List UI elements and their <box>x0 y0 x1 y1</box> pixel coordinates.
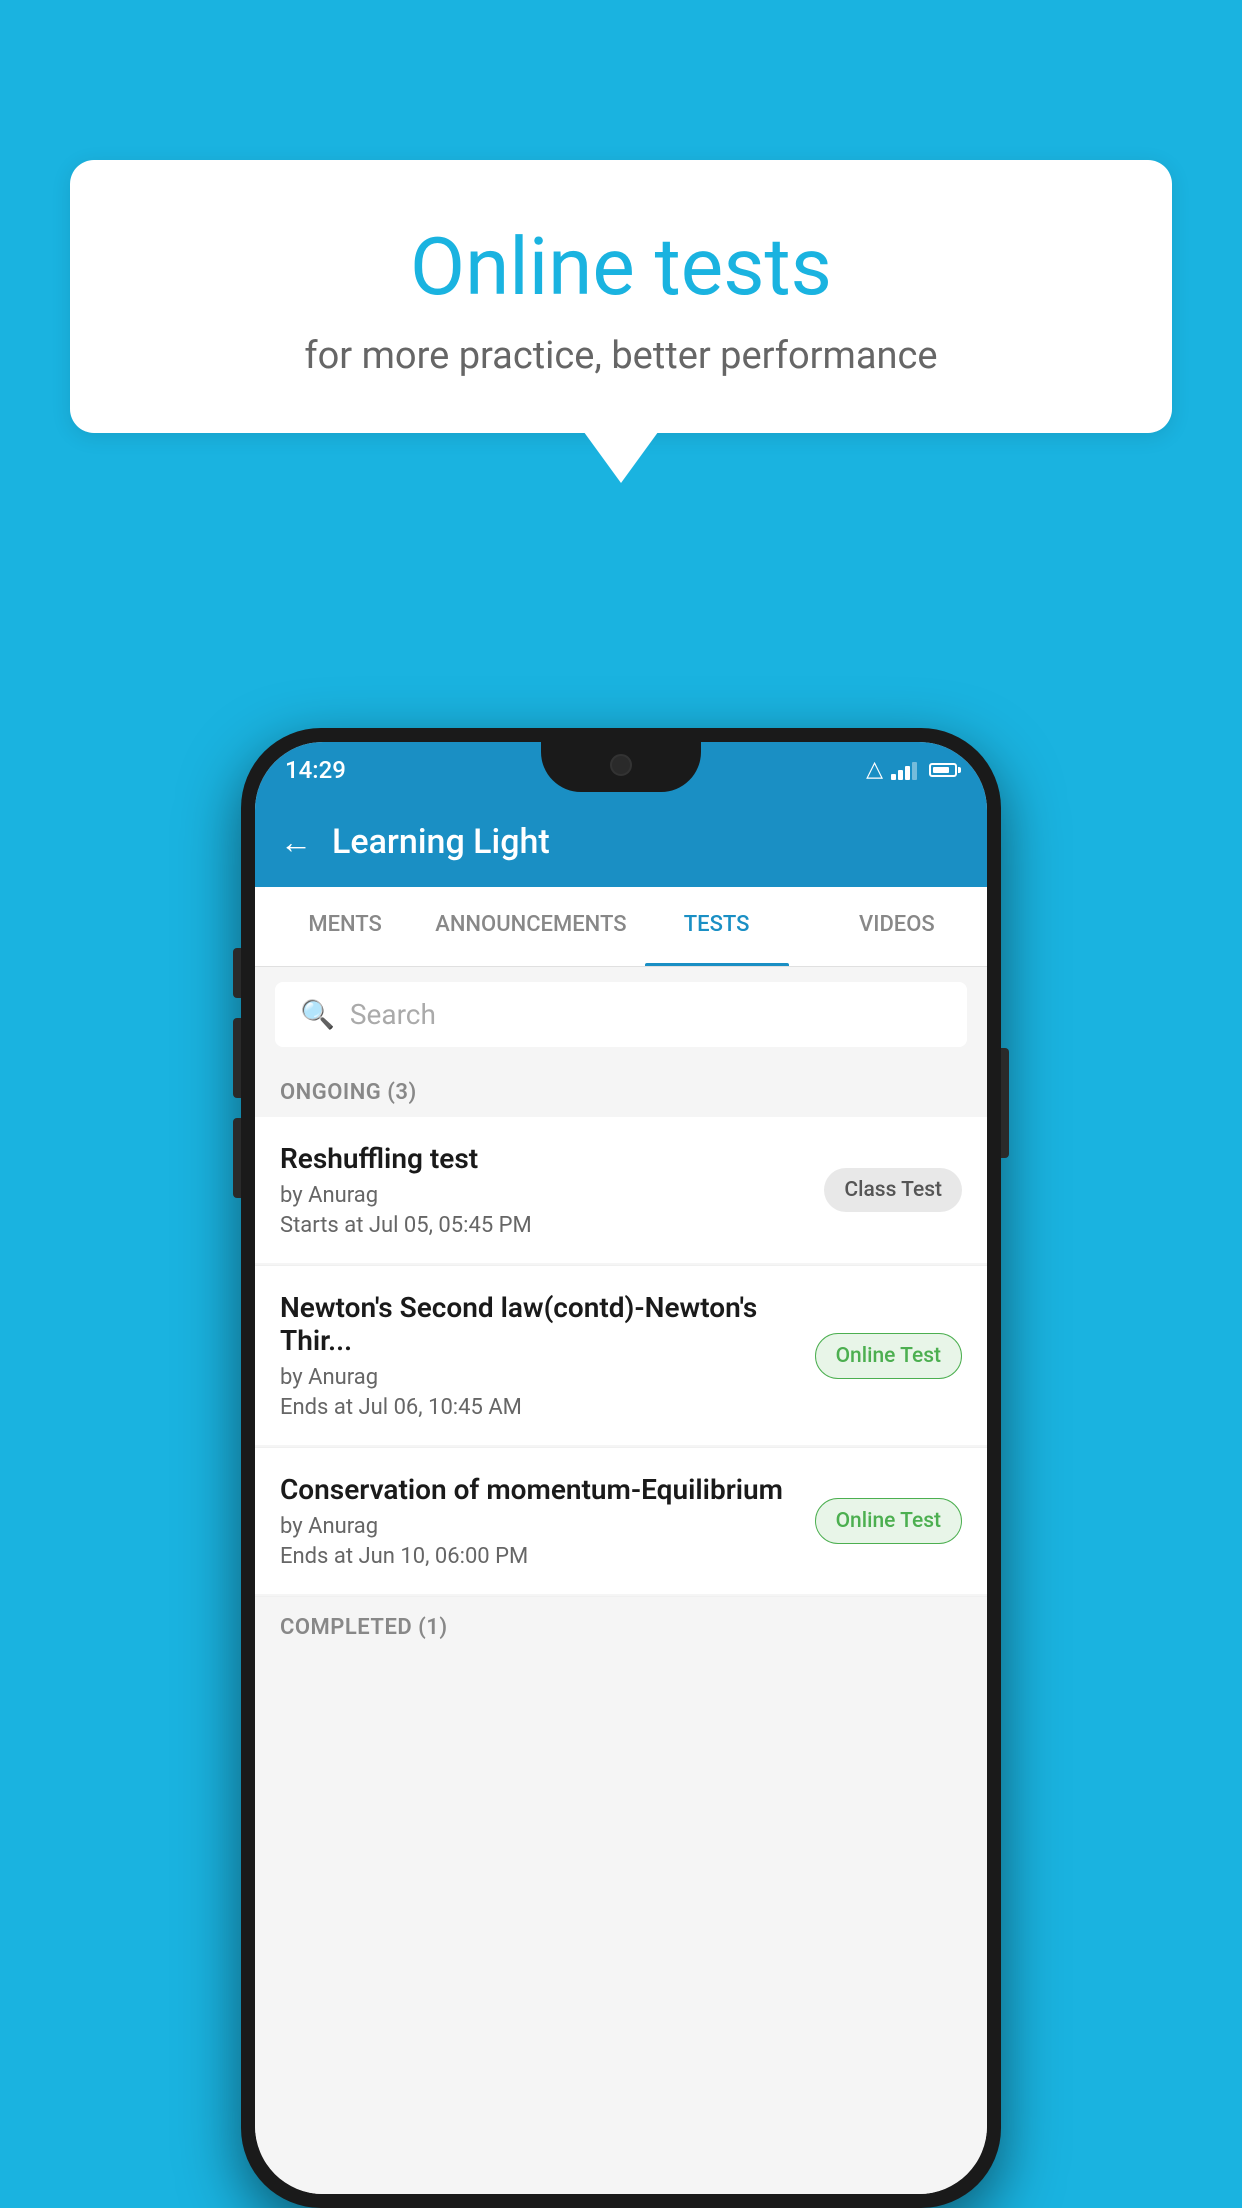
test-card-1-date: Starts at Jul 05, 05:45 PM <box>280 1213 809 1238</box>
test-card-2[interactable]: Newton's Second law(contd)-Newton's Thir… <box>255 1266 987 1445</box>
phone-screen: 14:29 △ ← Learning Light <box>255 742 987 2194</box>
test-card-1-title: Reshuffling test <box>280 1142 809 1175</box>
front-camera <box>610 754 632 776</box>
app-header: ← Learning Light <box>255 797 987 887</box>
tab-videos[interactable]: VIDEOS <box>807 887 987 966</box>
tab-tests[interactable]: TESTS <box>627 887 807 966</box>
completed-section-header: COMPLETED (1) <box>255 1597 987 1652</box>
test-card-1-by: by Anurag <box>280 1183 809 1208</box>
tabs-bar: MENTS ANNOUNCEMENTS TESTS VIDEOS <box>255 887 987 967</box>
search-bar-wrapper: 🔍 Search <box>255 967 987 1062</box>
search-placeholder: Search <box>350 998 436 1031</box>
speech-bubble-container: Online tests for more practice, better p… <box>70 160 1172 433</box>
signal-icon <box>891 760 917 780</box>
test-card-3-title: Conservation of momentum-Equilibrium <box>280 1473 800 1506</box>
test-card-2-badge: Online Test <box>815 1333 962 1379</box>
side-button-power <box>1001 1048 1009 1158</box>
test-card-1[interactable]: Reshuffling test by Anurag Starts at Jul… <box>255 1117 987 1263</box>
test-card-2-by: by Anurag <box>280 1365 800 1390</box>
test-card-2-info: Newton's Second law(contd)-Newton's Thir… <box>280 1291 815 1420</box>
test-card-2-date: Ends at Jul 06, 10:45 AM <box>280 1395 800 1420</box>
side-button-2 <box>233 1018 241 1098</box>
wifi-icon: △ <box>866 757 883 782</box>
list-section: ONGOING (3) Reshuffling test by Anurag S… <box>255 1062 987 2194</box>
test-card-3-badge: Online Test <box>815 1498 962 1544</box>
back-arrow-icon[interactable]: ← <box>280 823 312 861</box>
test-card-1-info: Reshuffling test by Anurag Starts at Jul… <box>280 1142 824 1238</box>
bubble-title: Online tests <box>110 220 1132 314</box>
phone-notch <box>541 742 701 792</box>
test-card-1-badge: Class Test <box>824 1168 962 1212</box>
ongoing-section-header: ONGOING (3) <box>255 1062 987 1117</box>
phone-device: 14:29 △ ← Learning Light <box>241 728 1001 2208</box>
side-button-1 <box>233 948 241 998</box>
tab-ments[interactable]: MENTS <box>255 887 435 966</box>
status-time: 14:29 <box>285 756 346 784</box>
battery-icon <box>929 763 957 777</box>
test-card-3-info: Conservation of momentum-Equilibrium by … <box>280 1473 815 1569</box>
test-card-3-by: by Anurag <box>280 1514 800 1539</box>
test-card-2-title: Newton's Second law(contd)-Newton's Thir… <box>280 1291 800 1357</box>
test-card-3[interactable]: Conservation of momentum-Equilibrium by … <box>255 1448 987 1594</box>
side-button-3 <box>233 1118 241 1198</box>
bubble-subtitle: for more practice, better performance <box>110 334 1132 378</box>
app-title: Learning Light <box>332 822 550 862</box>
test-card-3-date: Ends at Jun 10, 06:00 PM <box>280 1544 800 1569</box>
status-icons: △ <box>866 757 957 782</box>
speech-bubble: Online tests for more practice, better p… <box>70 160 1172 433</box>
search-bar[interactable]: 🔍 Search <box>275 982 967 1047</box>
search-icon: 🔍 <box>300 998 335 1031</box>
tab-announcements[interactable]: ANNOUNCEMENTS <box>435 887 626 966</box>
